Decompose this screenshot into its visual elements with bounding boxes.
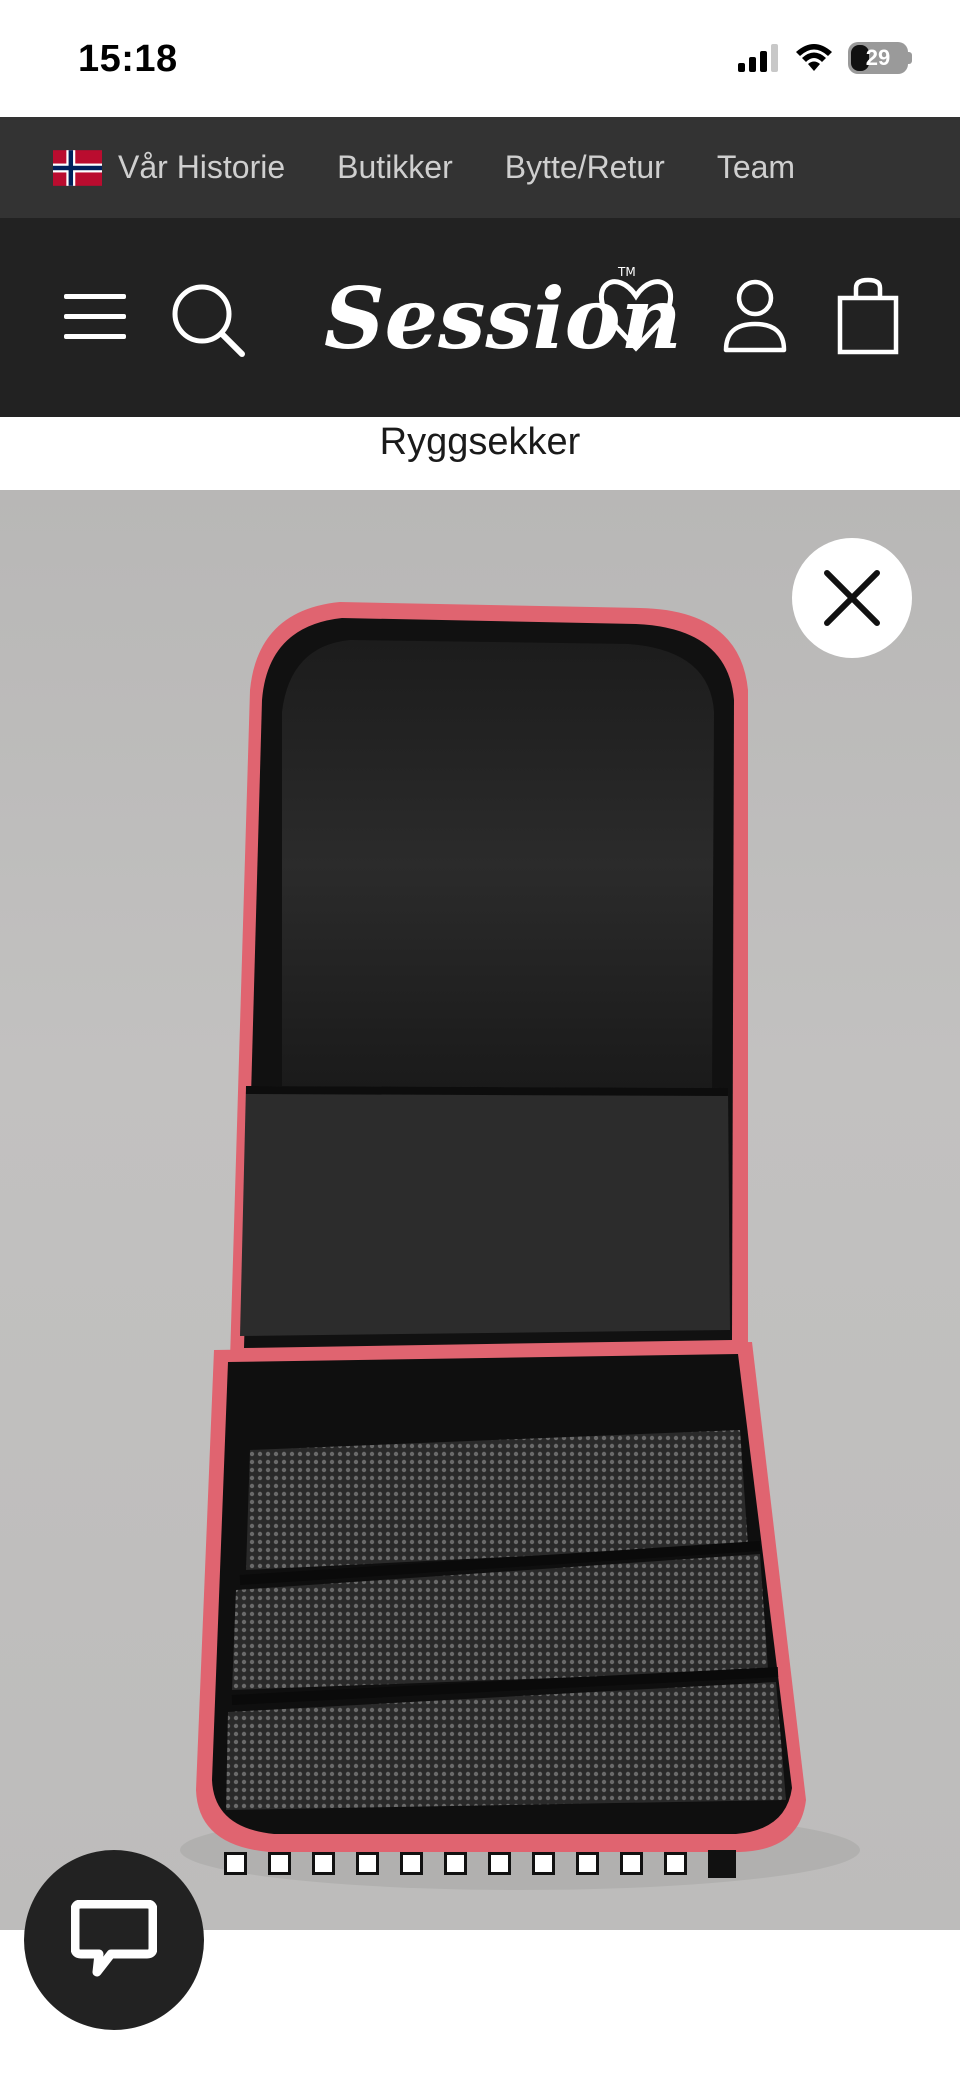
top-link-bytte-retur[interactable]: Bytte/Retur [505, 149, 665, 186]
top-link-team[interactable]: Team [717, 149, 795, 186]
menu-icon[interactable] [64, 292, 126, 342]
cart-icon[interactable] [836, 276, 900, 356]
gallery-dot[interactable] [356, 1852, 379, 1875]
gallery-dot[interactable] [664, 1852, 687, 1875]
gallery-dot[interactable] [224, 1852, 247, 1875]
wifi-icon [796, 44, 832, 71]
category-title[interactable]: Ryggsekker [0, 421, 960, 464]
close-gallery-button[interactable] [792, 538, 912, 658]
gallery-dot[interactable] [268, 1852, 291, 1875]
category-bar: Ryggsekker [0, 417, 960, 490]
battery-level: 29 [865, 45, 891, 70]
status-icons: 29 [738, 42, 912, 74]
gallery-dot[interactable] [620, 1852, 643, 1875]
gallery-dot[interactable] [532, 1852, 555, 1875]
close-icon [824, 570, 880, 626]
top-link-butikker[interactable]: Butikker [337, 149, 453, 186]
chat-button[interactable] [24, 1850, 204, 2030]
gallery-pagination [224, 1850, 736, 1878]
top-link-var-historie[interactable]: Vår Historie [118, 149, 285, 186]
account-icon[interactable] [722, 278, 788, 354]
gallery-dot[interactable] [400, 1852, 423, 1875]
gallery-dot[interactable] [488, 1852, 511, 1875]
gallery-dot[interactable] [576, 1852, 599, 1875]
status-bar: 15:18 29 [0, 0, 960, 117]
battery-icon: 29 [848, 42, 908, 74]
status-time: 15:18 [78, 38, 178, 80]
gallery-dot[interactable] [312, 1852, 335, 1875]
product-image[interactable] [0, 490, 960, 1930]
session-logo[interactable]: Session TM [318, 248, 684, 388]
norway-flag-icon[interactable] [53, 149, 102, 187]
main-header: Session TM [0, 218, 960, 417]
search-icon[interactable] [170, 282, 246, 358]
gallery-dot[interactable] [444, 1852, 467, 1875]
svg-text:TM: TM [617, 265, 636, 279]
top-links-bar: Vår Historie Butikker Bytte/Retur Team [0, 117, 960, 218]
gallery-dot-active[interactable] [708, 1850, 736, 1878]
signal-icon [738, 44, 778, 72]
chat-bubble-icon [71, 1900, 157, 1977]
product-gallery[interactable] [0, 490, 960, 1930]
